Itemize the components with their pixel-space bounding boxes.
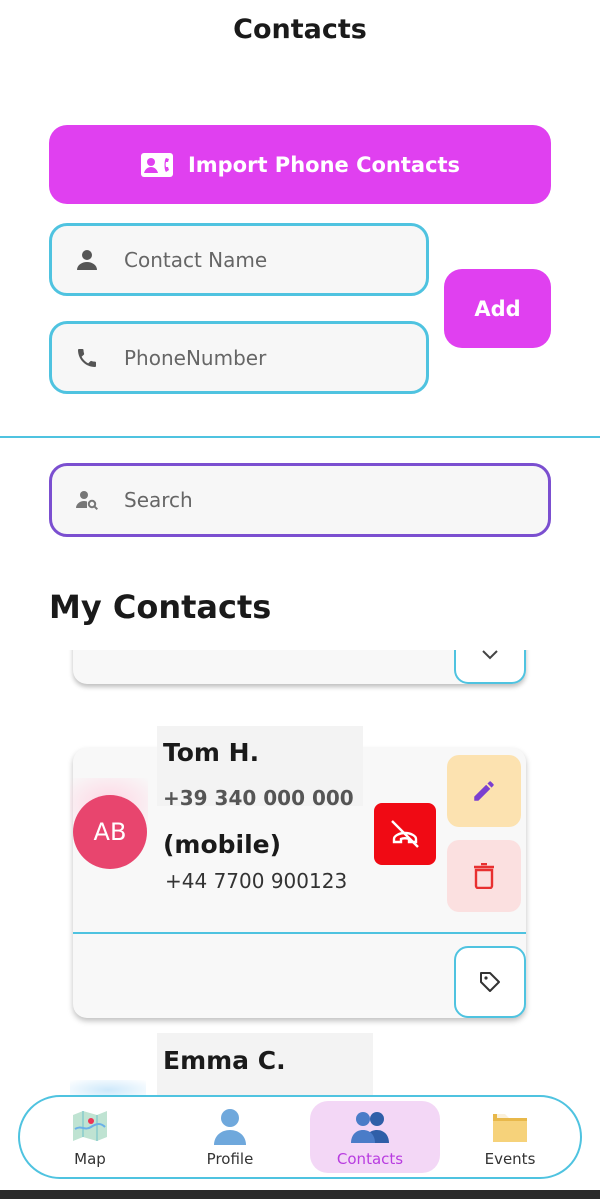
phone-number-input[interactable] [124, 345, 384, 370]
phone-number-field[interactable] [49, 321, 429, 394]
edit-contact-button[interactable] [447, 755, 521, 827]
map-icon [70, 1106, 110, 1146]
tag-button[interactable] [454, 946, 526, 1018]
person-search-icon [74, 487, 100, 513]
tag-icon [480, 972, 500, 992]
bottom-navigation: Map Profile Contacts Events [18, 1095, 582, 1179]
contact-card-icon [140, 152, 173, 177]
contact-list[interactable]: AB Tom H. +39 340 000 000 (mobile) +44 7… [0, 650, 600, 1095]
search-input[interactable] [124, 488, 504, 512]
no-call-icon [391, 820, 419, 848]
nav-label: Profile [206, 1150, 254, 1168]
my-contacts-heading: My Contacts [49, 588, 272, 626]
contacts-icon [350, 1106, 390, 1146]
pencil-icon [474, 781, 494, 801]
avatar-glow [70, 1080, 146, 1095]
divider [0, 436, 600, 438]
page-title: Contacts [233, 14, 367, 45]
nav-label: Events [484, 1150, 536, 1168]
nav-item-events[interactable]: Events [440, 1097, 580, 1177]
nav-item-map[interactable]: Map [20, 1097, 160, 1177]
contact-phone-secondary: +44 7700 900123 [165, 869, 348, 893]
avatar: AB [73, 795, 147, 869]
contact-name: Tom H. [163, 738, 260, 767]
delete-contact-button[interactable] [447, 840, 521, 912]
card-divider [73, 932, 526, 934]
contact-phone-type: (mobile) [163, 830, 282, 859]
contact-name: Emma C. [163, 1046, 286, 1075]
chevron-down-icon [482, 650, 498, 660]
person-icon [74, 247, 100, 273]
nav-label: Map [74, 1150, 106, 1168]
contact-phone-primary: +39 340 000 000 [163, 786, 354, 810]
import-button-label: Import Phone Contacts [187, 152, 461, 177]
expand-button[interactable] [454, 650, 526, 684]
nav-item-profile[interactable]: Profile [160, 1097, 300, 1177]
import-phone-contacts-button[interactable]: Import Phone Contacts [49, 125, 551, 204]
system-navigation-bar [0, 1190, 600, 1199]
add-contact-button[interactable]: Add [444, 269, 551, 348]
profile-icon [210, 1106, 250, 1146]
folder-icon [490, 1106, 530, 1146]
nav-label: Contacts [336, 1150, 404, 1168]
search-field[interactable] [49, 463, 551, 537]
phone-icon [74, 345, 100, 371]
trash-icon [474, 863, 494, 889]
block-call-button[interactable] [374, 803, 436, 865]
contact-name-field[interactable] [49, 223, 429, 296]
nav-item-contacts[interactable]: Contacts [300, 1097, 440, 1177]
contact-card [73, 650, 526, 684]
contact-name-input[interactable] [124, 247, 384, 272]
